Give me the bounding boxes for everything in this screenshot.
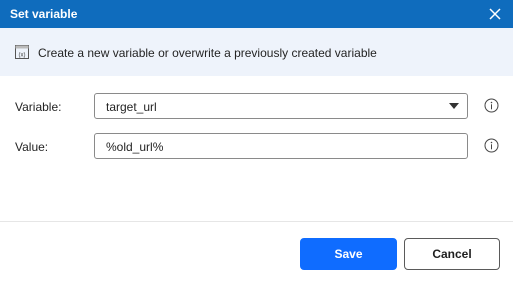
close-icon <box>489 8 501 20</box>
cancel-button[interactable]: Cancel <box>404 238 500 270</box>
close-button[interactable] <box>485 4 505 24</box>
value-help-icon[interactable] <box>484 138 499 153</box>
footer-divider <box>0 221 513 222</box>
variable-label: Variable: <box>15 100 62 114</box>
save-button[interactable]: Save <box>300 238 397 270</box>
variable-help-icon[interactable] <box>484 98 499 113</box>
value-input[interactable]: %old_url% <box>94 133 468 159</box>
svg-text:(x): (x) <box>19 53 26 59</box>
value-label: Value: <box>15 140 49 154</box>
dialog-title: Set variable <box>10 7 78 21</box>
variable-value: target_url <box>106 100 157 114</box>
variable-icon: (x) <box>15 45 29 59</box>
chevron-down-icon <box>449 103 459 109</box>
info-text: Create a new variable or overwrite a pre… <box>38 46 377 60</box>
dialog-titlebar: Set variable <box>0 0 513 28</box>
info-banner: (x) Create a new variable or overwrite a… <box>0 28 513 76</box>
variable-dropdown[interactable]: target_url <box>94 93 468 119</box>
value-text: %old_url% <box>106 140 164 154</box>
